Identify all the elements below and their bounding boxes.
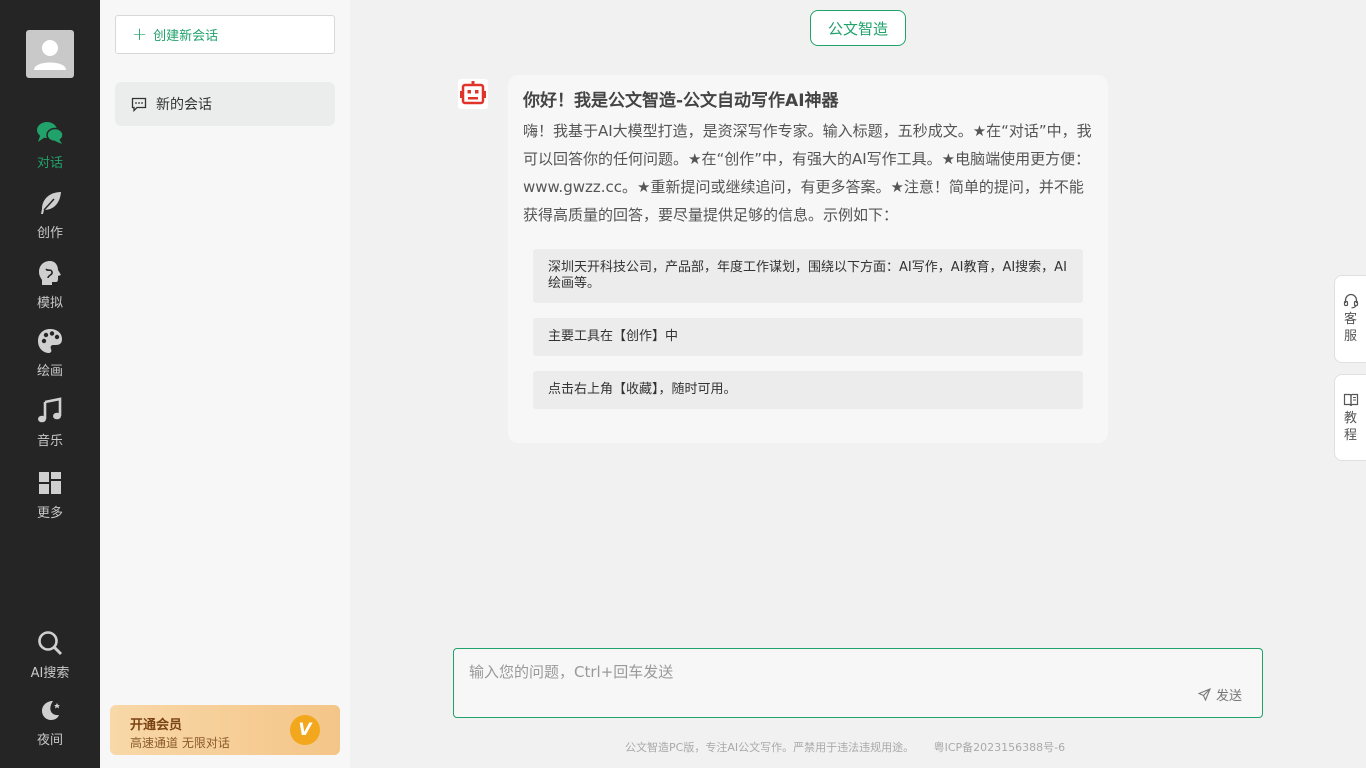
tutorial-tab[interactable]: 教程 — [1334, 374, 1366, 461]
rail-item-label: 夜间 — [36, 733, 63, 748]
rail-item-night-mode[interactable]: 夜间 — [0, 695, 100, 755]
chat-bubbles-icon — [35, 118, 65, 148]
send-label: 发送 — [1215, 689, 1242, 704]
new-chat-button[interactable]: + 创建新会话 — [115, 15, 335, 54]
app-title-tag: 公文智造 — [810, 10, 906, 46]
rail-item-label: 更多 — [36, 506, 63, 521]
rail-item-ai-search[interactable]: AI搜索 — [0, 628, 100, 688]
head-profile-icon — [35, 258, 65, 288]
footer: 公文智造PC版，专注AI公文写作。严禁用于违法违规用途。 粤ICP备202315… — [625, 739, 1065, 755]
music-note-icon — [35, 396, 65, 426]
message-body: 嗨！我基于AI大模型打造，是资深写作专家。输入标题，五秒成文。★在“对话”中，我… — [523, 122, 1092, 224]
question-input-box: 发送 — [453, 648, 1263, 718]
new-chat-label: 创建新会话 — [153, 29, 219, 44]
session-title: 新的会话 — [156, 97, 212, 113]
grid-icon — [35, 468, 65, 498]
robot-icon — [458, 79, 488, 109]
message-square-icon — [131, 97, 147, 112]
rail-item-chat[interactable]: 对话 — [0, 118, 100, 178]
session-panel: + 创建新会话 新的会话 开通会员 高速通道 无限对话 V — [100, 0, 350, 768]
plus-icon: + — [132, 23, 148, 45]
vip-upgrade-card[interactable]: 开通会员 高速通道 无限对话 V — [110, 705, 340, 755]
search-icon — [35, 628, 65, 658]
rail-item-label: 音乐 — [36, 434, 63, 449]
suggestion-item[interactable]: 点击右上角【收藏】，随时可用。 — [533, 371, 1083, 409]
rail-item-paint[interactable]: 绘画 — [0, 326, 100, 386]
user-avatar[interactable] — [26, 30, 74, 78]
suggestion-item[interactable]: 深圳天开科技公司，产品部，年度工作谋划，围绕以下方面：AI写作，AI教育，AI搜… — [533, 249, 1083, 303]
palette-icon — [35, 326, 65, 356]
feather-icon — [35, 188, 65, 218]
session-item[interactable]: 新的会话 — [115, 82, 335, 126]
book-icon — [1343, 393, 1358, 407]
rail-item-simulate[interactable]: 模拟 — [0, 258, 100, 318]
user-icon — [34, 40, 66, 70]
rail-item-label: 对话 — [36, 156, 63, 171]
rail-item-create[interactable]: 创作 — [0, 188, 100, 248]
tutorial-label: 教程 — [1343, 411, 1357, 443]
icp-link[interactable]: 粤ICP备2023156388号-6 — [934, 741, 1066, 754]
suggestion-item[interactable]: 主要工具在【创作】中 — [533, 318, 1083, 356]
question-input[interactable] — [454, 649, 1262, 693]
footer-text: 公文智造PC版，专注AI公文写作。严禁用于违法违规用途。 — [625, 741, 915, 754]
send-icon — [1197, 688, 1211, 701]
rail-item-music[interactable]: 音乐 — [0, 396, 100, 456]
customer-service-label: 客服 — [1343, 312, 1357, 344]
moon-icon — [35, 695, 65, 725]
rail-item-label: 创作 — [36, 226, 63, 241]
rail-item-label: AI搜索 — [30, 666, 70, 681]
left-rail: 对话 创作 模拟 绘画 音乐 更多 AI搜索 夜间 — [0, 0, 100, 768]
customer-service-tab[interactable]: 客服 — [1334, 275, 1366, 363]
rail-item-label: 模拟 — [36, 296, 63, 311]
assistant-message: 你好！我是公文智造-公文自动写作AI神器 嗨！我基于AI大模型打造，是资深写作专… — [508, 75, 1108, 443]
vip-badge-icon: V — [290, 715, 320, 745]
rail-item-label: 绘画 — [36, 364, 63, 379]
rail-item-more[interactable]: 更多 — [0, 468, 100, 528]
message-heading: 你好！我是公文智造-公文自动写作AI神器 — [523, 91, 839, 111]
headset-icon — [1343, 293, 1358, 309]
send-button[interactable]: 发送 — [1197, 685, 1242, 704]
